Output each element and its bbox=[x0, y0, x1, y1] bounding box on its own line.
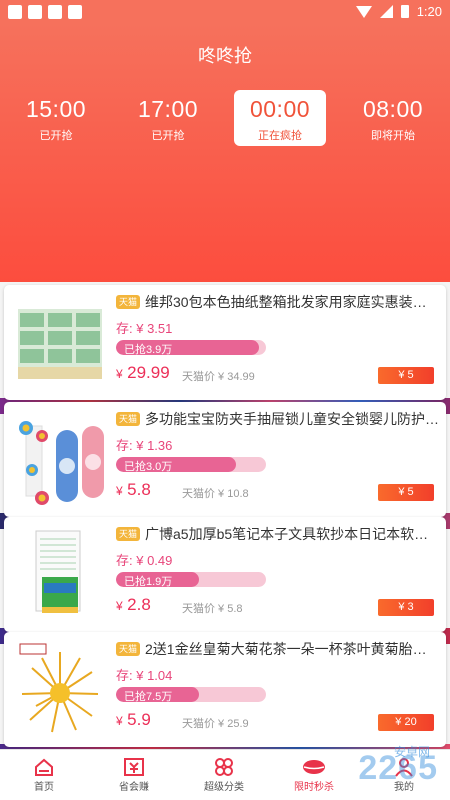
tab-label: 省会赚 bbox=[119, 782, 149, 793]
watermark-logo: 2265 bbox=[358, 749, 438, 787]
time-slot-1700[interactable]: 17:00 已开抢 bbox=[122, 90, 214, 146]
product-name: 多功能宝宝防夹手抽屉锁儿童安全锁婴儿防护开… bbox=[145, 411, 440, 427]
home-icon bbox=[4, 756, 84, 778]
product-name: 广博a5加厚b5笔记本子文具软抄本日记本软面… bbox=[145, 526, 440, 542]
tmall-price: 天猫价 ¥ 25.9 bbox=[182, 718, 249, 730]
price-value: 5.8 bbox=[127, 480, 151, 499]
tmall-price: 天猫价 ¥ 5.8 bbox=[182, 603, 243, 615]
product-card[interactable]: 天猫 维邦30包本色抽纸整箱批发家用家庭实惠装卫生… 存: ¥ 3.51 已抢3… bbox=[4, 285, 446, 400]
price-value: 2.8 bbox=[127, 595, 151, 614]
price-value: 29.99 bbox=[127, 363, 170, 382]
time-slot-status: 已开抢 bbox=[39, 130, 73, 142]
product-price: ¥ 29.99 bbox=[116, 363, 170, 383]
clover-icon bbox=[184, 756, 264, 778]
product-stock: 存: ¥ 1.04 bbox=[116, 668, 173, 683]
tab-label: 首页 bbox=[34, 782, 54, 793]
coupon-button[interactable]: ¥ 5 bbox=[378, 484, 434, 501]
time-slot-time: 17:00 bbox=[137, 96, 199, 122]
sold-progress-bar: 已抢7.5万 bbox=[116, 687, 266, 702]
time-slot-time: 08:00 bbox=[362, 96, 424, 122]
time-slot-status: 即将开始 bbox=[371, 130, 415, 142]
tab-flash-sale[interactable]: 限时秒杀 bbox=[274, 756, 354, 793]
sold-progress-bar: 已抢3.9万 bbox=[116, 340, 266, 355]
product-price: ¥ 2.8 bbox=[116, 595, 151, 615]
currency-symbol: ¥ bbox=[116, 714, 123, 728]
notification-icon bbox=[68, 5, 82, 19]
product-name: 维邦30包本色抽纸整箱批发家用家庭实惠装卫生… bbox=[145, 294, 440, 310]
currency-symbol: ¥ bbox=[116, 484, 123, 498]
page-title: 咚咚抢 bbox=[198, 46, 252, 66]
time-slot-time: 00:00 bbox=[249, 96, 311, 122]
time-slot-tabs: 15:00 已开抢 17:00 已开抢 00:00 正在疯抢 08:00 即将开… bbox=[0, 90, 450, 146]
coupon-button[interactable]: ¥ 20 bbox=[378, 714, 434, 731]
tmall-badge: 天猫 bbox=[116, 527, 141, 541]
product-stock: 存: ¥ 0.49 bbox=[116, 553, 173, 568]
wifi-icon bbox=[355, 5, 372, 18]
time-slot-status: 正在疯抢 bbox=[258, 130, 302, 142]
currency-symbol: ¥ bbox=[116, 599, 123, 613]
tmall-badge: 天猫 bbox=[116, 295, 141, 309]
product-name: 2送1金丝皇菊大菊花茶一朵一杯茶叶黄菊胎菊贡… bbox=[145, 641, 440, 657]
tab-label: 限时秒杀 bbox=[294, 782, 334, 793]
tmall-badge: 天猫 bbox=[116, 642, 141, 656]
signal-icon bbox=[379, 5, 393, 18]
product-image-safety-lock bbox=[19, 421, 104, 505]
notification-icon bbox=[8, 5, 22, 19]
sold-label: 已抢3.9万 bbox=[124, 344, 173, 355]
sold-label: 已抢3.0万 bbox=[124, 461, 173, 472]
tab-categories[interactable]: 超级分类 bbox=[184, 756, 264, 793]
tmall-price: 天猫价 ¥ 34.99 bbox=[182, 371, 255, 383]
sold-label: 已抢7.5万 bbox=[124, 691, 173, 702]
product-image-chrysanthemum bbox=[19, 643, 99, 733]
product-image-notebook bbox=[35, 530, 81, 613]
notification-icon bbox=[28, 5, 42, 19]
tab-rebate[interactable]: 省会赚 bbox=[94, 756, 174, 793]
product-price: ¥ 5.8 bbox=[116, 480, 151, 500]
product-card[interactable]: 天猫 2送1金丝皇菊大菊花茶一朵一杯茶叶黄菊胎菊贡… 存: ¥ 1.04 已抢7… bbox=[4, 632, 446, 747]
tmall-price: 天猫价 ¥ 10.8 bbox=[182, 488, 249, 500]
time-slot-0000[interactable]: 00:00 正在疯抢 bbox=[234, 90, 326, 146]
coupon-button[interactable]: ¥ 3 bbox=[378, 599, 434, 616]
rebate-icon bbox=[94, 756, 174, 778]
tab-label: 超级分类 bbox=[204, 782, 244, 793]
lips-icon bbox=[274, 756, 354, 778]
time-slot-status: 已开抢 bbox=[151, 130, 185, 142]
product-image-tissue bbox=[18, 309, 102, 379]
sold-label: 已抢1.9万 bbox=[124, 576, 173, 587]
flash-sale-header: 咚咚抢 15:00 已开抢 17:00 已开抢 00:00 正在疯抢 08:00… bbox=[0, 24, 450, 282]
product-card[interactable]: 天猫 多功能宝宝防夹手抽屉锁儿童安全锁婴儿防护开… 存: ¥ 1.36 已抢3.… bbox=[4, 402, 446, 517]
product-stock: 存: ¥ 3.51 bbox=[116, 321, 173, 336]
currency-symbol: ¥ bbox=[116, 367, 123, 381]
time-slot-time: 15:00 bbox=[25, 96, 87, 122]
notification-icons bbox=[8, 5, 82, 19]
battery-icon bbox=[400, 5, 409, 18]
coupon-button[interactable]: ¥ 5 bbox=[378, 367, 434, 384]
time-slot-1500[interactable]: 15:00 已开抢 bbox=[10, 90, 102, 146]
tab-home[interactable]: 首页 bbox=[4, 756, 84, 793]
product-price: ¥ 5.9 bbox=[116, 710, 151, 730]
status-bar: 1:20 bbox=[0, 0, 450, 24]
notification-icon bbox=[48, 5, 62, 19]
product-card[interactable]: 天猫 广博a5加厚b5笔记本子文具软抄本日记本软面… 存: ¥ 0.49 已抢1… bbox=[4, 517, 446, 632]
price-value: 5.9 bbox=[127, 710, 151, 729]
product-stock: 存: ¥ 1.36 bbox=[116, 438, 173, 453]
sold-progress-bar: 已抢1.9万 bbox=[116, 572, 266, 587]
tmall-badge: 天猫 bbox=[116, 412, 141, 426]
status-time: 1:20 bbox=[416, 4, 442, 19]
bottom-tab-bar: 首页 省会赚 超级分类 限时秒杀 我的 安卓网 2265 bbox=[0, 745, 450, 800]
sold-progress-bar: 已抢3.0万 bbox=[116, 457, 266, 472]
time-slot-0800[interactable]: 08:00 即将开始 bbox=[347, 90, 439, 146]
